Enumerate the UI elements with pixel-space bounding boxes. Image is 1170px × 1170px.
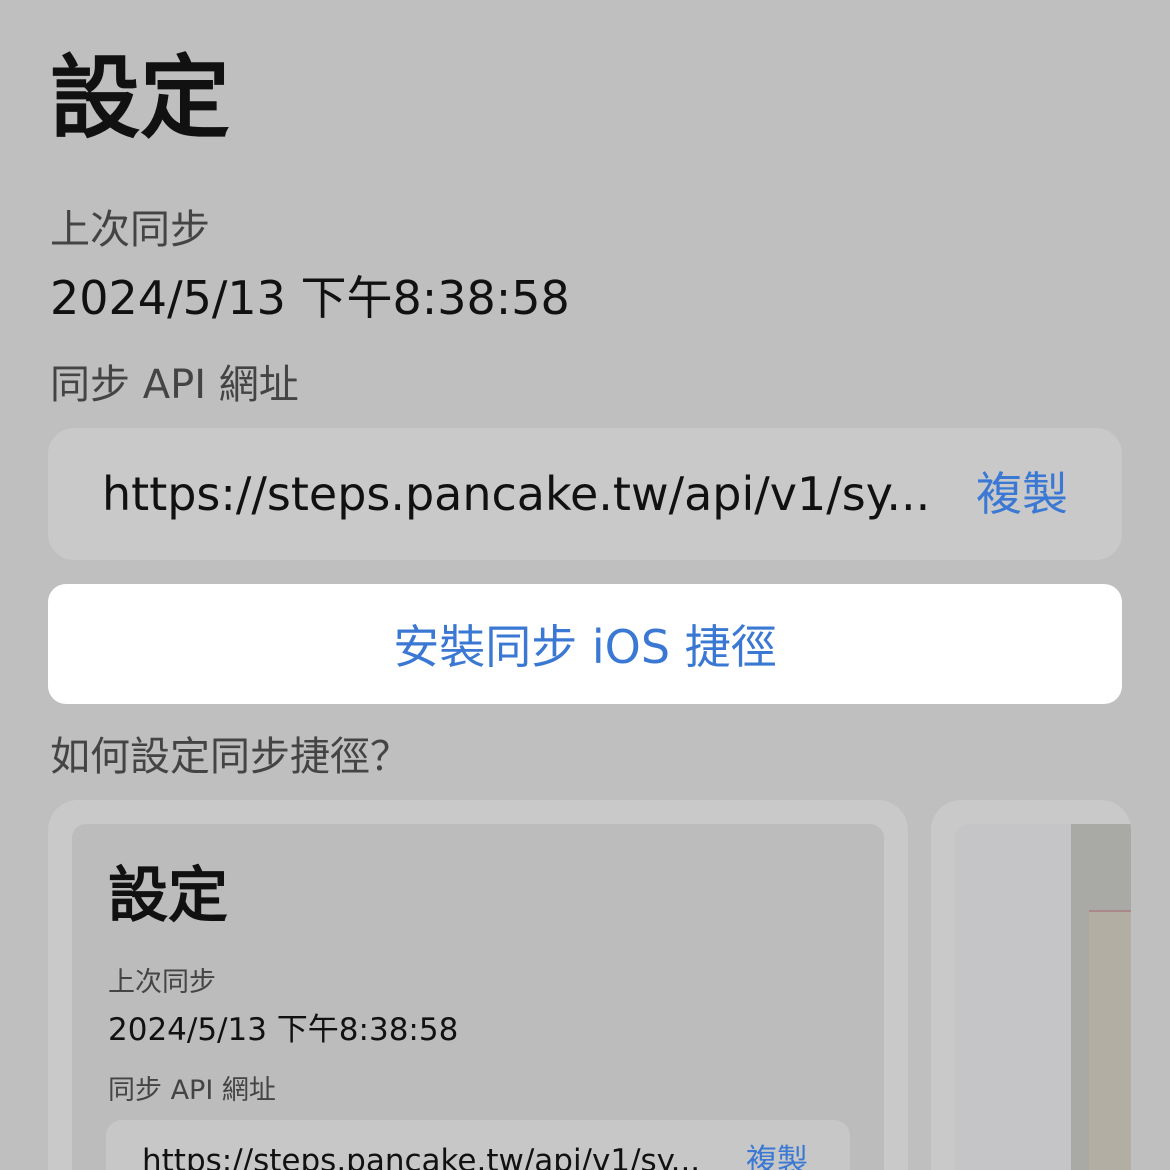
- mini-copy-button: 複製: [746, 1143, 808, 1170]
- guide-label: 如何設定同步捷徑？: [50, 734, 410, 780]
- guide-photo: [1071, 824, 1131, 1170]
- mini-page-title: 設定: [108, 861, 228, 931]
- guide-screenshot-2: [955, 824, 1131, 1170]
- last-sync-label: 上次同步: [50, 207, 210, 253]
- guide-screenshot: 設定 上次同步 2024/5/13 下午8:38:58 同步 API 網址 ht…: [72, 824, 884, 1170]
- page-title: 設定: [50, 46, 230, 151]
- mini-api-url-label: 同步 API 網址: [108, 1075, 276, 1106]
- settings-page: 設定 上次同步 2024/5/13 下午8:38:58 同步 API 網址 ht…: [0, 0, 1170, 1170]
- mini-api-url-field: https://steps.pancake.tw/api/v1/sy... 複製: [106, 1120, 850, 1170]
- copy-button[interactable]: 複製: [976, 466, 1068, 522]
- api-url-label: 同步 API 網址: [50, 362, 299, 408]
- api-url-field: https://steps.pancake.tw/api/v1/sy... 複製: [48, 428, 1122, 560]
- mini-last-sync-value: 2024/5/13 下午8:38:58: [108, 1012, 459, 1048]
- install-shortcut-button[interactable]: 安裝同步 iOS 捷徑: [48, 584, 1122, 704]
- api-url-text: https://steps.pancake.tw/api/v1/sy...: [102, 467, 931, 521]
- mini-last-sync-label: 上次同步: [108, 967, 216, 998]
- mini-api-url-text: https://steps.pancake.tw/api/v1/sy...: [142, 1143, 701, 1170]
- last-sync-value: 2024/5/13 下午8:38:58: [50, 271, 570, 325]
- guide-card-1[interactable]: 設定 上次同步 2024/5/13 下午8:38:58 同步 API 網址 ht…: [48, 800, 908, 1170]
- guide-card-2[interactable]: [931, 800, 1131, 1170]
